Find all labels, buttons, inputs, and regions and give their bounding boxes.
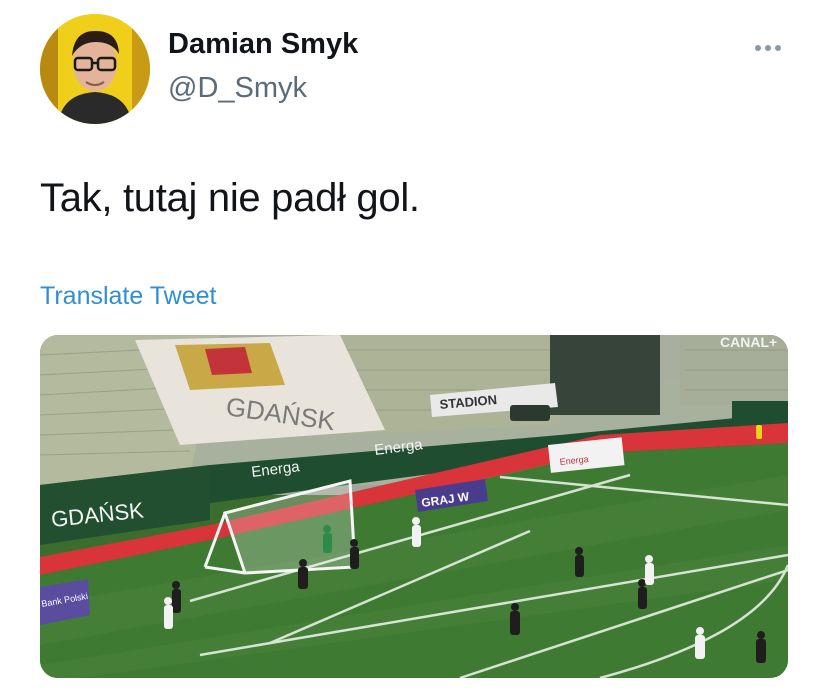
tweet-text: Tak, tutaj nie padł gol. [40, 176, 420, 220]
avatar-image [40, 14, 150, 124]
broadcaster-logo: CANAL+ [720, 335, 777, 350]
more-options-icon[interactable] [748, 36, 788, 60]
translate-tweet-link[interactable]: Translate Tweet [40, 282, 216, 311]
tweet-card: Damian Smyk @D_Smyk Tak, tutaj nie padł … [0, 0, 828, 690]
author-handle[interactable]: @D_Smyk [168, 72, 307, 105]
tweet-media-image[interactable]: GDAŃSK STADION CANAL+ GDAŃSK Energa Ener… [40, 335, 788, 678]
avatar[interactable] [40, 14, 150, 124]
author-name[interactable]: Damian Smyk [168, 28, 358, 61]
